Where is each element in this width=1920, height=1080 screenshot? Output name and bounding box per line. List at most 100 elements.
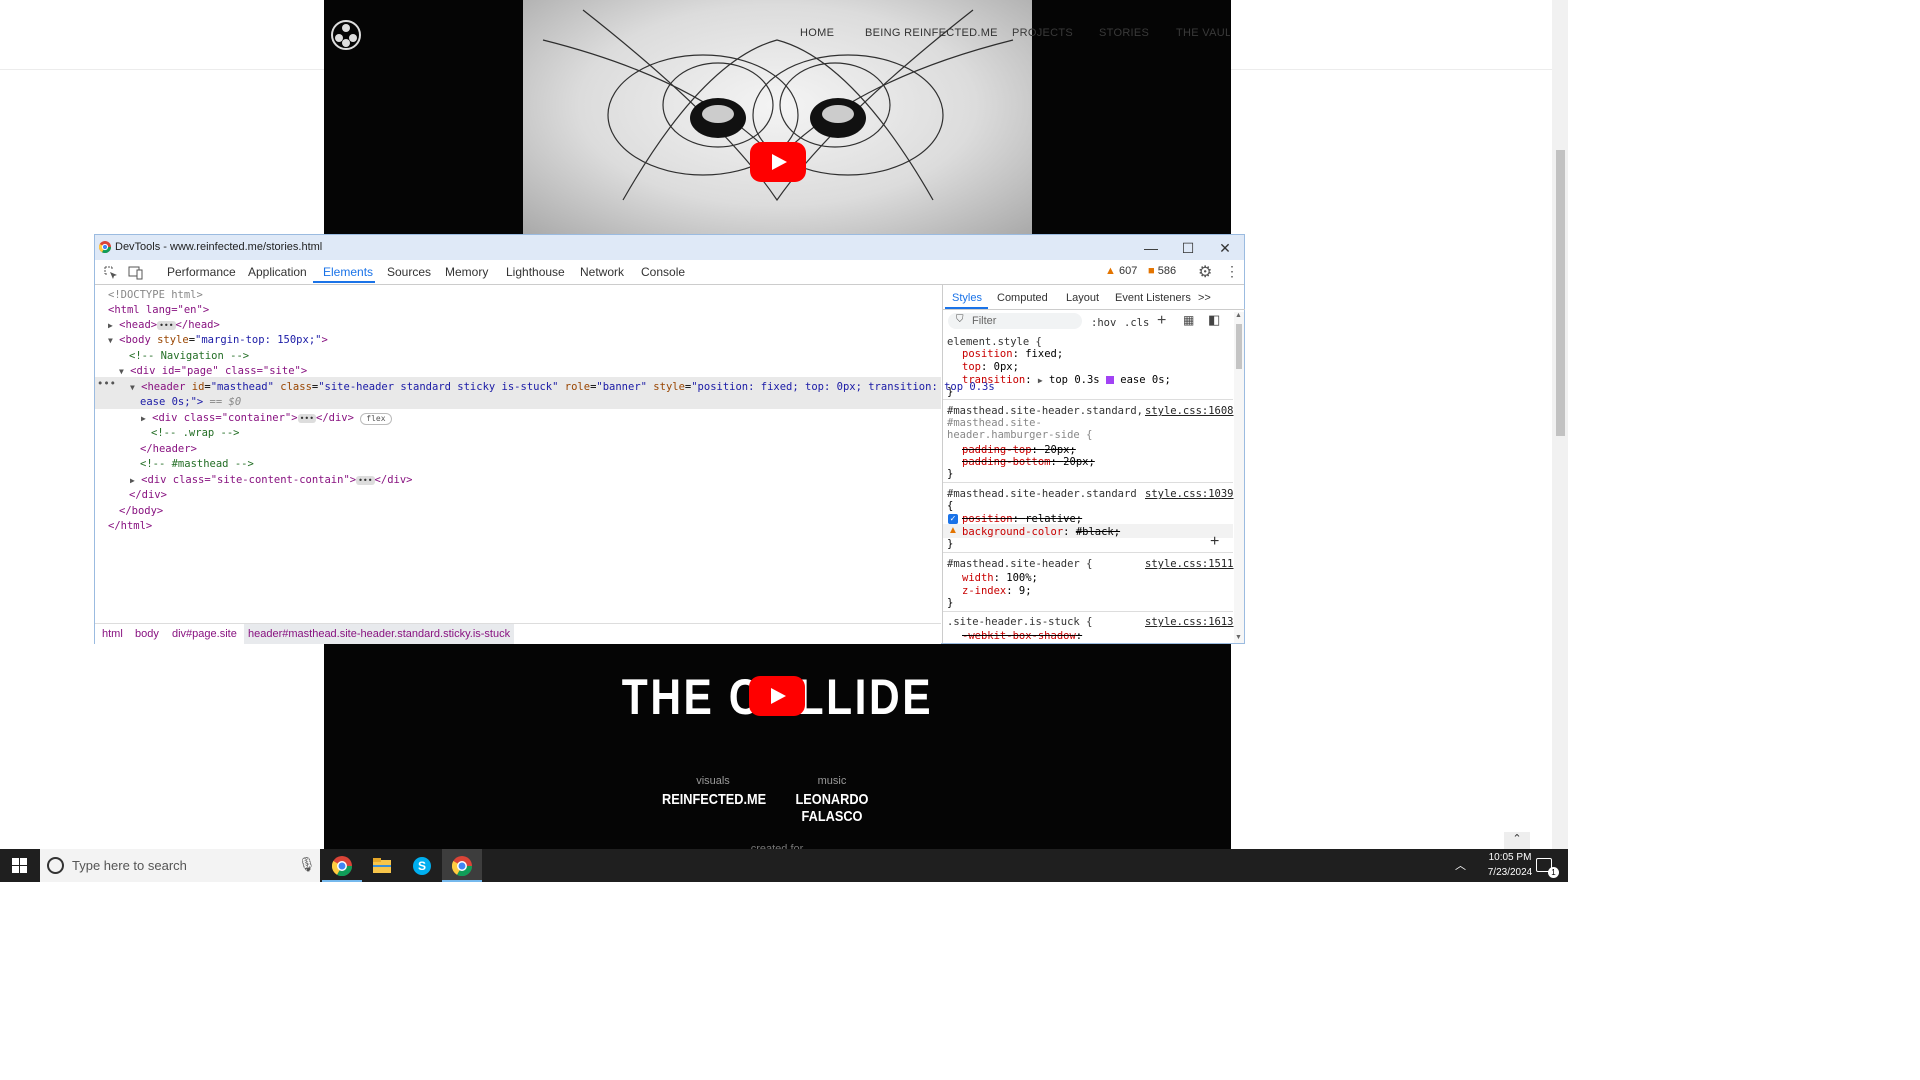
scroll-up-icon[interactable]: ▲ bbox=[1235, 312, 1242, 319]
toggle-sidebar-icon[interactable]: ◧ bbox=[1208, 312, 1220, 328]
source-link-1613[interactable]: style.css:1613 bbox=[1145, 616, 1234, 628]
dom-div-content[interactable]: ▶ <div class="site-content-contain"> ••• <… bbox=[130, 474, 412, 486]
dom-div-container[interactable]: ▶ <div class="container"> ••• </div> flex bbox=[141, 412, 392, 425]
breadcrumb-body[interactable]: body bbox=[135, 628, 159, 640]
dom-comment-navigation[interactable]: <!-- Navigation --> bbox=[129, 350, 249, 362]
nav-stories[interactable]: STORIES bbox=[1099, 27, 1149, 39]
scroll-to-top-button[interactable]: ⌃ bbox=[1504, 832, 1530, 849]
nav-the-vault[interactable]: THE VAULT bbox=[1176, 27, 1230, 39]
collapse-triangle-icon[interactable]: ▼ bbox=[130, 383, 135, 392]
style-prop-z-index[interactable]: z-index: 9; bbox=[962, 585, 1032, 597]
style-prop-transition[interactable]: transition: ▶ top 0.3s ease 0s; bbox=[962, 374, 1171, 386]
dom-head-node[interactable]: ▶ <head> ••• </head> bbox=[108, 319, 220, 331]
youtube-play-button[interactable] bbox=[750, 142, 806, 182]
nav-being-reinfected[interactable]: BEING REINFECTED.ME bbox=[865, 27, 998, 39]
dom-div-page[interactable]: ▼ <div id="page" class="site"> bbox=[119, 365, 307, 377]
inspect-element-icon[interactable] bbox=[104, 266, 118, 280]
dom-header-style-cont[interactable]: ease 0s;"> == $0 bbox=[140, 396, 241, 408]
dom-div-close-page[interactable]: </div> bbox=[129, 489, 167, 501]
tab-sources[interactable]: Sources bbox=[387, 265, 431, 279]
breadcrumb-html[interactable]: html bbox=[102, 628, 123, 640]
dom-header-close[interactable]: </header> bbox=[140, 443, 197, 455]
collapsed-ellipsis-icon[interactable]: ••• bbox=[157, 320, 176, 330]
taskbar-search-box[interactable]: Type here to search 🎙 bbox=[40, 849, 320, 882]
more-tabs-chevron-icon[interactable]: >> bbox=[1198, 292, 1211, 304]
rule-selector-hamburger-2[interactable]: header.hamburger-side { bbox=[947, 429, 1092, 441]
tab-elements[interactable]: Elements bbox=[323, 265, 373, 279]
issues-counter[interactable]: ■ 586 bbox=[1148, 265, 1176, 277]
clock-time[interactable]: 10:05 PM bbox=[1482, 852, 1538, 863]
device-toolbar-icon[interactable] bbox=[128, 266, 144, 280]
taskbar-skype[interactable]: S bbox=[402, 849, 442, 882]
collapsed-ellipsis-icon[interactable]: ••• bbox=[297, 413, 317, 423]
more-options-icon[interactable]: ⋮ bbox=[1225, 263, 1239, 280]
style-prop-padding-top[interactable]: padding-top: 20px; bbox=[962, 444, 1076, 456]
tab-performance[interactable]: Performance bbox=[167, 265, 236, 279]
dom-comment-wrap[interactable]: <!-- .wrap --> bbox=[151, 427, 240, 439]
styles-scrollbar[interactable]: ▲ ▼ bbox=[1234, 312, 1244, 643]
styles-scrollbar-thumb[interactable] bbox=[1236, 324, 1242, 369]
show-hidden-icons-chevron-icon[interactable]: ︿ bbox=[1455, 857, 1466, 873]
close-icon[interactable]: ✕ bbox=[1207, 236, 1243, 260]
taskbar-file-explorer[interactable] bbox=[362, 849, 402, 882]
breadcrumb-div-page[interactable]: div#page.site bbox=[172, 628, 237, 640]
collapsed-ellipsis-icon[interactable]: ••• bbox=[356, 475, 375, 485]
new-style-rule-icon[interactable]: + bbox=[1157, 312, 1166, 330]
minimize-icon[interactable]: — bbox=[1133, 236, 1169, 260]
warnings-counter[interactable]: ▲ 607 bbox=[1105, 265, 1137, 277]
tab-lighthouse[interactable]: Lighthouse bbox=[506, 265, 565, 279]
tab-application[interactable]: Application bbox=[248, 265, 307, 279]
maximize-icon[interactable]: ☐ bbox=[1170, 236, 1206, 260]
dom-comment-masthead[interactable]: <!-- #masthead --> bbox=[140, 458, 254, 470]
site-logo[interactable] bbox=[331, 20, 361, 50]
collapse-triangle-icon[interactable]: ▼ bbox=[119, 367, 124, 376]
source-link-1039[interactable]: style.css:1039 bbox=[1145, 488, 1234, 500]
paint-brush-icon[interactable]: ▦ bbox=[1183, 313, 1194, 327]
dom-html-close[interactable]: </html> bbox=[108, 520, 152, 532]
styles-filter-input[interactable]: ⛉ Filter bbox=[948, 313, 1082, 329]
tab-memory[interactable]: Memory bbox=[445, 265, 488, 279]
breadcrumb-header-masthead[interactable]: header#masthead.site-header.standard.sti… bbox=[244, 624, 515, 644]
microphone-icon[interactable]: 🎙 bbox=[298, 856, 316, 873]
style-prop-top[interactable]: top: 0px; bbox=[962, 361, 1019, 373]
start-button[interactable] bbox=[0, 849, 40, 882]
tab-layout[interactable]: Layout bbox=[1066, 292, 1099, 304]
rule-selector-element-style[interactable]: element.style { bbox=[947, 336, 1042, 348]
style-prop-webkit-box-shadow[interactable]: -webkit-box-shadow: bbox=[962, 630, 1082, 642]
nav-home[interactable]: HOME bbox=[800, 27, 834, 39]
tab-computed[interactable]: Computed bbox=[997, 292, 1048, 304]
youtube-play-button-2[interactable] bbox=[749, 676, 805, 716]
style-prop-position[interactable]: position: fixed; bbox=[962, 348, 1063, 360]
rule-selector-site-header[interactable]: #masthead.site-header { bbox=[947, 558, 1092, 570]
scroll-down-icon[interactable]: ▼ bbox=[1235, 634, 1242, 641]
dom-body-node[interactable]: ▼ <body style="margin-top: 150px;"> bbox=[108, 334, 328, 346]
collapse-triangle-icon[interactable]: ▼ bbox=[108, 336, 113, 345]
tab-network[interactable]: Network bbox=[580, 265, 624, 279]
rule-selector-is-stuck[interactable]: .site-header.is-stuck { bbox=[947, 616, 1092, 628]
dom-tree-panel[interactable]: <!DOCTYPE html> <html lang="en"> ▶ <head… bbox=[95, 284, 995, 623]
tab-styles[interactable]: Styles bbox=[952, 292, 982, 304]
warning-icon[interactable]: ▲ bbox=[948, 525, 958, 536]
class-toggle[interactable]: .cls bbox=[1124, 317, 1149, 329]
expand-triangle-icon[interactable]: ▶ bbox=[108, 321, 113, 330]
rule-selector-hamburger[interactable]: #masthead.site- bbox=[947, 417, 1042, 429]
hover-state-toggle[interactable]: :hov bbox=[1091, 317, 1116, 329]
source-link-1511[interactable]: style.css:1511 bbox=[1145, 558, 1234, 570]
style-prop-background-color[interactable]: background-color: #black; bbox=[962, 526, 1120, 538]
rule-selector-standard[interactable]: #masthead.site-header.standard, bbox=[947, 405, 1143, 417]
settings-gear-icon[interactable]: ⚙ bbox=[1198, 262, 1212, 282]
node-actions-ellipsis-icon[interactable]: ••• bbox=[97, 378, 116, 390]
property-checkbox-icon[interactable]: ✓ bbox=[948, 514, 958, 524]
tab-console[interactable]: Console bbox=[641, 265, 685, 279]
dom-body-close[interactable]: </body> bbox=[119, 505, 163, 517]
clock-date[interactable]: 7/23/2024 bbox=[1482, 867, 1538, 878]
style-prop-width[interactable]: width: 100%; bbox=[962, 572, 1038, 584]
dom-html-open[interactable]: <html lang="en"> bbox=[108, 304, 209, 316]
devtools-titlebar[interactable]: DevTools - www.reinfected.me/stories.htm… bbox=[95, 235, 1244, 260]
flex-badge[interactable]: flex bbox=[360, 413, 392, 425]
easing-editor-icon[interactable] bbox=[1105, 376, 1114, 384]
style-prop-padding-bottom[interactable]: padding-bottom: 20px; bbox=[962, 456, 1095, 468]
taskbar-chrome-app-active[interactable] bbox=[442, 849, 482, 882]
expand-triangle-icon[interactable]: ▶ bbox=[130, 476, 135, 485]
add-property-icon[interactable]: + bbox=[1210, 533, 1219, 551]
